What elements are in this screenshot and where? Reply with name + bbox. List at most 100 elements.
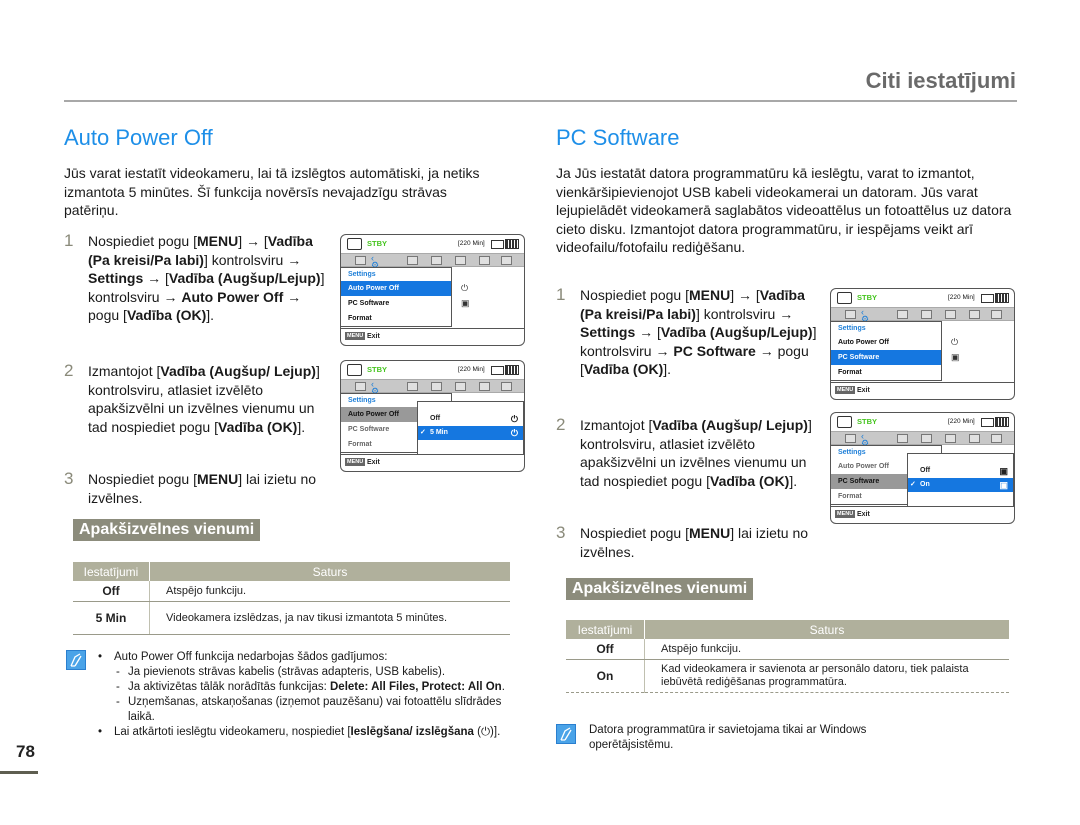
- power-icon: (⏻): [477, 726, 494, 738]
- tab-icon: [431, 256, 442, 265]
- camcorder-mode-icon: [837, 416, 852, 428]
- setting-cell: Off: [566, 639, 645, 660]
- column-header-setting: Iestatījumi: [73, 562, 150, 581]
- note-bullet: Lai atkārtoti ieslēgtu videokameru, nosp…: [96, 725, 516, 740]
- submenu-item-5-min[interactable]: ✓ 5 Min ⏻: [418, 426, 523, 440]
- memory-card-icon: [491, 240, 504, 249]
- menu-item-format[interactable]: Format: [831, 365, 941, 380]
- pc-software-icon: ▣: [999, 480, 1008, 490]
- exit-label: Exit: [367, 459, 380, 466]
- submenu-item-off[interactable]: Off ⏻: [418, 412, 523, 426]
- memory-card-icon: [981, 294, 994, 303]
- column-header-content: Saturs: [644, 620, 1009, 639]
- step-text: Izmantojot [Vadība (Augšup/ Lejup)] kont…: [88, 363, 320, 435]
- memory-card-icon: [981, 418, 994, 427]
- settings-gear-icon: ‹ ⚙ ›: [861, 431, 870, 455]
- column-header-content: Saturs: [149, 562, 510, 581]
- tab-icon: [455, 256, 466, 265]
- menu-button[interactable]: MENU: [345, 332, 366, 340]
- content-cell: Atspējo funkciju.: [149, 581, 510, 602]
- step-number: 2: [64, 361, 74, 380]
- battery-icon: [995, 417, 1009, 427]
- table-row: 5 Min Videokamera izslēdzas, ja nav tiku…: [73, 601, 510, 635]
- menu-item-auto-power-off[interactable]: Auto Power Off: [341, 281, 451, 296]
- tab-icon: [897, 310, 908, 319]
- battery-icon: [505, 365, 519, 375]
- step-number: 2: [556, 415, 566, 434]
- tab-icon: [455, 382, 466, 391]
- page-number-rule: [0, 771, 38, 774]
- remaining-time: [220 Min]: [458, 366, 485, 373]
- menu-tab-bar: ‹ ⚙ ›: [831, 307, 1014, 331]
- note-icon: [556, 724, 576, 744]
- exit-label: Exit: [857, 511, 870, 518]
- step-1: 1 Nospiediet pogu [MENU] → [Vadība (Pa k…: [64, 231, 334, 325]
- note-icon: [66, 650, 86, 670]
- settings-gear-icon: ‹ ⚙ ›: [371, 253, 380, 277]
- menu-button[interactable]: MENU: [345, 458, 366, 466]
- tab-icon: [407, 382, 418, 391]
- submenu-item-on[interactable]: ✓ On ▣: [908, 478, 1013, 492]
- check-icon: ✓: [420, 429, 426, 436]
- submenu-item-off[interactable]: Off ▣: [908, 464, 1013, 478]
- table-row: Off Atspējo funkciju.: [73, 581, 510, 602]
- step-number: 1: [64, 231, 74, 250]
- tab-icon: [407, 256, 418, 265]
- menu-item-format[interactable]: Format: [341, 311, 451, 326]
- menu-header: Settings: [838, 325, 866, 332]
- step-3: 3 Nospiediet pogu [MENU] lai izietu no i…: [64, 469, 334, 507]
- step-text: Nospiediet pogu [MENU] → [Vadība (Pa kre…: [88, 233, 325, 323]
- status-label: STBY: [367, 239, 388, 248]
- tab-icon: [945, 310, 956, 319]
- tab-icon: [897, 434, 908, 443]
- step-number: 3: [64, 469, 74, 488]
- remaining-time: [220 Min]: [458, 240, 485, 247]
- page-number: 78: [16, 742, 35, 761]
- status-label: STBY: [857, 417, 878, 426]
- menu-tab-bar: ‹ ⚙ ›: [341, 379, 524, 403]
- camera-screen-auto-power-off-menu: STBY [220 Min] ‹ ⚙ › Settings Auto Power…: [340, 234, 525, 346]
- setting-cell: Off: [73, 581, 150, 602]
- tab-icon: [991, 310, 1002, 319]
- tab-icon: [431, 382, 442, 391]
- tab-icon: [945, 434, 956, 443]
- menu-item-auto-power-off[interactable]: Auto Power Off: [831, 335, 941, 350]
- options-table-auto-power-off: Iestatījumi Saturs Off Atspējo funkciju.…: [73, 562, 510, 635]
- menu-button[interactable]: MENU: [835, 386, 856, 394]
- step-number: 1: [556, 285, 566, 304]
- tab-icon: [991, 434, 1002, 443]
- auto-power-off-icon: ⏻: [461, 283, 469, 293]
- battery-icon: [995, 293, 1009, 303]
- camera-screen-pc-software-submenu: STBY [220 Min] ‹ ⚙ › Settings Auto Power…: [830, 412, 1015, 524]
- menu-tab-bar: ‹ ⚙ ›: [831, 431, 1014, 455]
- settings-menu: Settings Auto Power Off PC Software Form…: [341, 267, 452, 327]
- memory-card-icon: [491, 366, 504, 375]
- note-pc-software: Datora programmatūra ir savietojama tika…: [589, 724, 867, 751]
- tab-icon: [355, 256, 366, 265]
- step-text: Nospiediet pogu [MENU] → [Vadība (Pa kre…: [580, 287, 817, 377]
- header-divider: [64, 100, 1017, 102]
- camera-screen-auto-power-off-submenu: STBY [220 Min] ‹ ⚙ › Settings Auto Power…: [340, 360, 525, 472]
- setting-cell: 5 Min: [73, 601, 150, 635]
- remaining-time: [220 Min]: [948, 418, 975, 425]
- options-table-pc-software: Iestatījumi Saturs Off Atspējo funkciju.…: [566, 620, 1009, 693]
- setting-cell: On: [566, 659, 645, 693]
- step-number: 3: [556, 523, 566, 542]
- camcorder-mode-icon: [347, 238, 362, 250]
- submenu-items-heading: Apakšizvēlnes vienumi: [73, 519, 261, 541]
- step-text: Nospiediet pogu [MENU] lai izietu no izv…: [580, 525, 809, 560]
- tab-icon: [501, 256, 512, 265]
- tab-icon: [969, 434, 980, 443]
- notes-auto-power-off: Auto Power Off funkcija nedarbojas šādos…: [96, 650, 516, 740]
- tab-icon: [921, 434, 932, 443]
- intro-text-pc-software: Ja Jūs iestatāt datora programmatūru kā …: [556, 165, 1012, 255]
- note-dash: Uzņemšanas, atskaņošanas (izņemot pauzēš…: [96, 695, 516, 725]
- exit-label: Exit: [857, 387, 870, 394]
- content-cell: Videokamera izslēdzas, ja nav tikusi izm…: [149, 601, 510, 635]
- menu-item-pc-software[interactable]: PC Software: [341, 296, 451, 311]
- menu-button[interactable]: MENU: [835, 510, 856, 518]
- tab-icon: [921, 310, 932, 319]
- tab-icon: [501, 382, 512, 391]
- section-title-auto-power-off: Auto Power Off: [64, 125, 213, 150]
- menu-item-pc-software[interactable]: PC Software: [831, 350, 941, 365]
